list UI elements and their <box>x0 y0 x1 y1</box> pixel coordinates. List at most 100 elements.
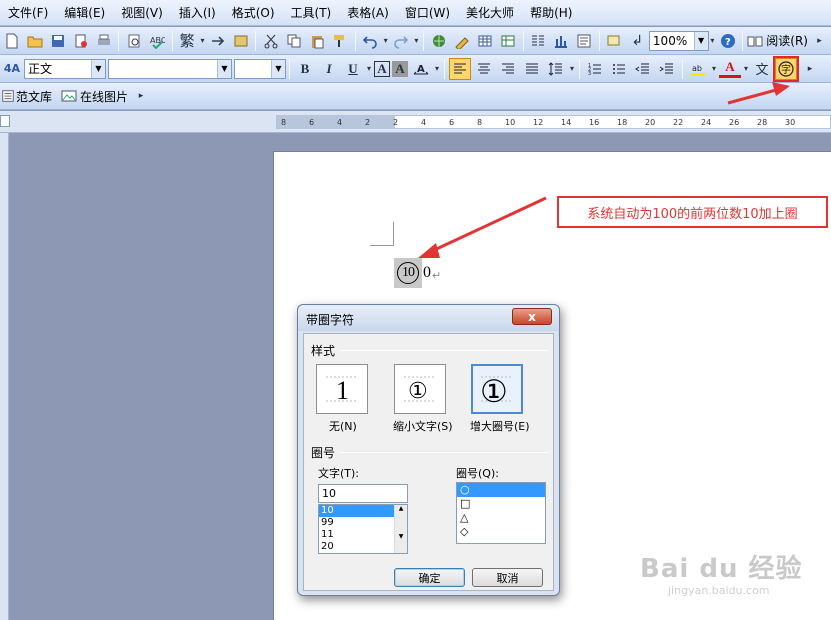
toolbar-options-icon[interactable]: ▸ <box>809 30 830 52</box>
menu-insert[interactable]: 插入(I) <box>171 2 224 24</box>
phonetic-guide-button[interactable]: 文 <box>751 58 773 80</box>
insert-excel-icon[interactable] <box>497 30 518 52</box>
new-document-icon[interactable] <box>1 30 22 52</box>
redo-dropdown-icon[interactable]: ▾ <box>413 36 421 45</box>
dialog-titlebar[interactable]: 带圈字符 x <box>298 305 559 331</box>
format-painter-icon[interactable] <box>330 30 351 52</box>
undo-dropdown-icon[interactable]: ▾ <box>382 36 390 45</box>
enclosure-diamond[interactable]: ◇ <box>457 525 545 539</box>
enclosure-square[interactable]: □ <box>457 497 545 511</box>
enclosure-list[interactable]: ○ □ △ ◇ <box>456 482 546 544</box>
save-icon[interactable] <box>47 30 68 52</box>
style-combo[interactable]: 正文 ▼ <box>24 58 106 79</box>
menu-view[interactable]: 视图(V) <box>113 2 171 24</box>
online-images-icon[interactable] <box>61 85 77 107</box>
insert-table-icon[interactable] <box>474 30 495 52</box>
spelling-icon[interactable]: ABC <box>146 30 167 52</box>
justify-icon[interactable] <box>521 58 543 80</box>
ok-button[interactable]: 确定 <box>394 568 465 587</box>
print-icon[interactable] <box>93 30 114 52</box>
text-list[interactable]: 10 99 11 20 ▲ ▼ <box>318 504 408 554</box>
document-line[interactable]: 10 0 ↵ <box>394 258 441 288</box>
character-shading-button[interactable]: A <box>392 60 408 77</box>
bullets-icon[interactable] <box>608 58 630 80</box>
menu-beautify[interactable]: 美化大师 <box>458 2 522 24</box>
bold-button[interactable]: B <box>294 58 316 80</box>
drawing-icon[interactable] <box>551 30 572 52</box>
font-combo[interactable]: ▼ <box>108 58 232 79</box>
font-size-dropdown-icon[interactable]: ▼ <box>271 59 285 78</box>
style-dropdown-icon[interactable]: ▼ <box>91 59 105 78</box>
traditional-chinese-button[interactable]: 繁 <box>177 30 198 52</box>
online-images-button[interactable]: 在线图片 <box>80 88 128 105</box>
toolbar-options-icon[interactable]: ▸ <box>130 85 152 107</box>
italic-button[interactable]: I <box>318 58 340 80</box>
character-scaling-icon[interactable]: A <box>410 58 432 80</box>
font-size-combo[interactable]: ▼ <box>234 58 286 79</box>
zoom-combo[interactable]: 100% ▼ <box>648 30 709 51</box>
cancel-button[interactable]: 取消 <box>472 568 543 587</box>
permission-icon[interactable] <box>70 30 91 52</box>
undo-icon[interactable] <box>360 30 381 52</box>
numbering-icon[interactable]: 123 <box>584 58 606 80</box>
text-input[interactable]: 10 <box>318 484 408 503</box>
show-hide-icon[interactable] <box>604 30 625 52</box>
font-dropdown-icon[interactable]: ▼ <box>217 59 231 78</box>
menu-help[interactable]: 帮助(H) <box>522 2 580 24</box>
align-left-icon[interactable] <box>449 57 471 80</box>
help-icon[interactable]: ? <box>717 30 738 52</box>
enclosure-triangle[interactable]: △ <box>457 511 545 525</box>
columns-icon[interactable] <box>528 30 549 52</box>
horizontal-ruler[interactable]: 8 6 4 2 2 4 6 8 10 12 14 16 18 20 22 24 26 28 30 <box>0 111 831 133</box>
hyperlink-icon[interactable] <box>428 30 449 52</box>
cut-icon[interactable] <box>260 30 281 52</box>
toolbar-options-icon[interactable]: ▸ <box>799 58 821 80</box>
enclosed-character[interactable]: 10 <box>394 258 422 288</box>
decrease-indent-icon[interactable] <box>632 58 654 80</box>
tables-borders-icon[interactable] <box>451 30 472 52</box>
style-none-button[interactable]: 1 <box>316 364 368 414</box>
menu-tools[interactable]: 工具(T) <box>283 2 340 24</box>
style-enlarge-button[interactable]: ① <box>471 364 523 414</box>
highlight-icon[interactable]: ab <box>687 58 709 80</box>
underline-button[interactable]: U <box>342 58 364 80</box>
underline-dropdown-icon[interactable]: ▾ <box>365 64 373 73</box>
font-color-dropdown-icon[interactable]: ▾ <box>742 64 750 73</box>
traditional-dropdown-icon[interactable]: ▾ <box>199 36 207 45</box>
read-button[interactable]: 阅读(R) <box>766 32 808 49</box>
style-shrink-button[interactable]: ① <box>394 364 446 414</box>
styles-icon[interactable]: 4A <box>1 58 23 80</box>
highlight-dropdown-icon[interactable]: ▾ <box>710 64 718 73</box>
tab-selector[interactable] <box>0 115 10 127</box>
paragraph-mark-icon[interactable]: ↲ <box>627 30 648 52</box>
line-spacing-dropdown-icon[interactable]: ▾ <box>568 64 576 73</box>
menu-file[interactable]: 文件(F) <box>0 2 56 24</box>
font-color-button[interactable]: A <box>719 59 741 78</box>
template-library-button[interactable]: 范文库 <box>16 88 52 105</box>
template-library-icon[interactable] <box>1 85 15 107</box>
research-icon[interactable] <box>207 30 228 52</box>
line-spacing-icon[interactable] <box>545 58 567 80</box>
translate-icon[interactable] <box>230 30 251 52</box>
align-right-icon[interactable] <box>497 58 519 80</box>
close-icon[interactable]: x <box>512 308 552 325</box>
redo-icon[interactable] <box>390 30 411 52</box>
character-border-button[interactable]: A <box>374 60 390 77</box>
enclosure-circle[interactable]: ○ <box>457 483 545 497</box>
list-scrollbar[interactable]: ▲ ▼ <box>394 505 407 553</box>
more-icon[interactable]: ▾ <box>709 36 717 45</box>
document-map-icon[interactable] <box>574 30 595 52</box>
zoom-dropdown-icon[interactable]: ▼ <box>693 31 708 50</box>
increase-indent-icon[interactable] <box>656 58 678 80</box>
menu-window[interactable]: 窗口(W) <box>397 2 458 24</box>
menu-table[interactable]: 表格(A) <box>339 2 397 24</box>
open-folder-icon[interactable] <box>24 30 45 52</box>
scaling-dropdown-icon[interactable]: ▾ <box>433 64 441 73</box>
copy-icon[interactable] <box>284 30 305 52</box>
enclose-characters-button[interactable]: 字 <box>773 55 799 82</box>
read-icon[interactable] <box>747 30 763 52</box>
menu-edit[interactable]: 编辑(E) <box>56 2 113 24</box>
print-preview-icon[interactable] <box>123 30 144 52</box>
align-center-icon[interactable] <box>473 58 495 80</box>
paste-icon[interactable] <box>307 30 328 52</box>
